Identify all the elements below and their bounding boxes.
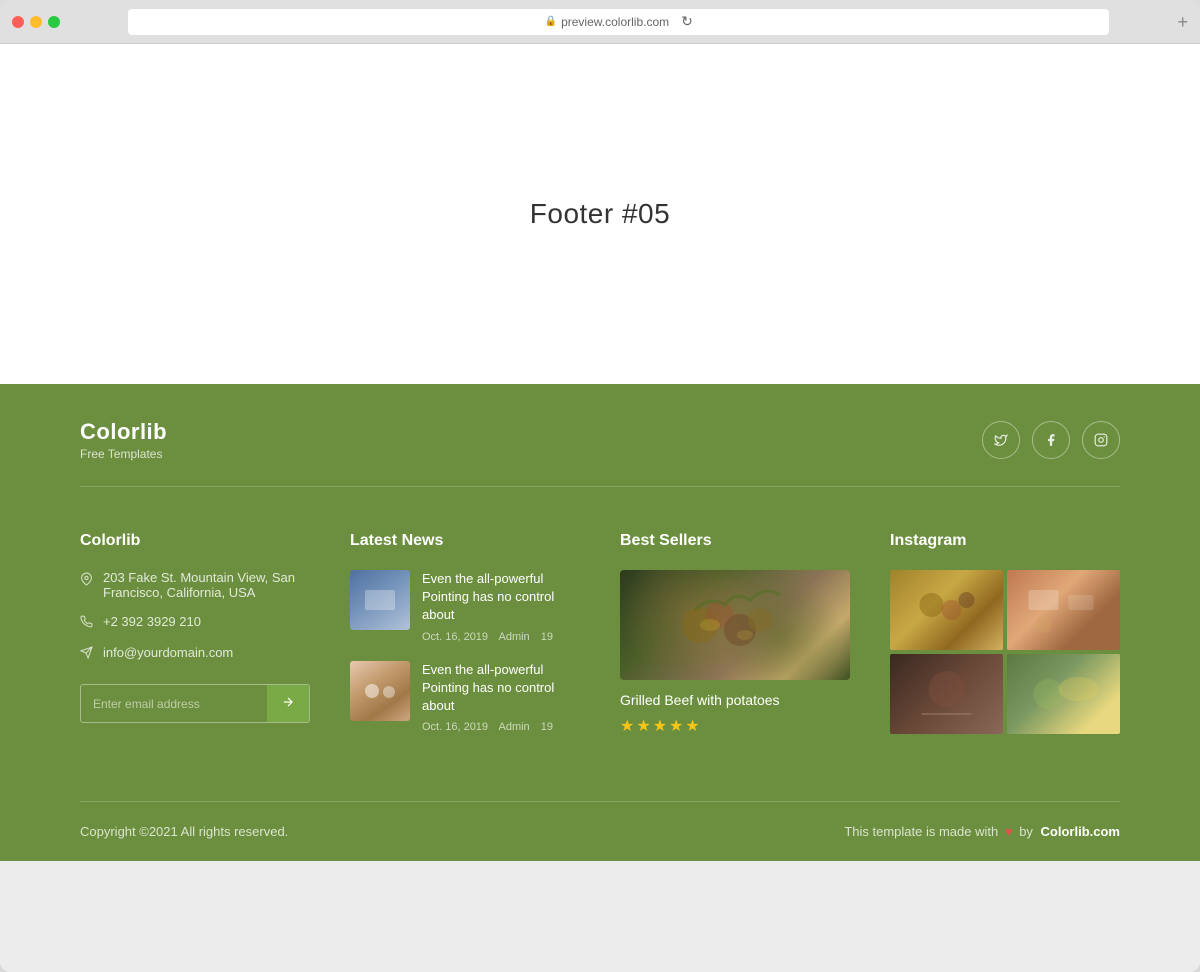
instagram-grid — [890, 570, 1120, 734]
brand-tagline: Free Templates — [80, 447, 167, 461]
facebook-icon[interactable] — [1032, 421, 1070, 459]
instagram-item-3[interactable] — [890, 654, 1003, 734]
instagram-item-4[interactable] — [1007, 654, 1120, 734]
add-tab-button[interactable]: + — [1177, 13, 1188, 31]
instagram-title: Instagram — [890, 532, 1120, 550]
news-item-2: Even the all-powerful Pointing has no co… — [350, 661, 580, 734]
traffic-lights — [12, 16, 60, 28]
news-comments-2: 19 — [541, 721, 553, 733]
by-text: by — [1019, 824, 1033, 839]
page-content: Footer #05 Colorlib Free Templates — [0, 44, 1200, 861]
news-title-2[interactable]: Even the all-powerful Pointing has no co… — [422, 661, 580, 716]
minimize-button[interactable] — [30, 16, 42, 28]
instagram-item-2[interactable] — [1007, 570, 1120, 650]
news-title-1[interactable]: Even the all-powerful Pointing has no co… — [422, 570, 580, 625]
heart-icon: ♥ — [1005, 824, 1013, 839]
close-button[interactable] — [12, 16, 24, 28]
made-with-text: This template is made with — [844, 824, 998, 839]
email-form — [80, 684, 310, 723]
made-with: This template is made with ♥ by Colorlib… — [844, 824, 1120, 839]
url-text: preview.colorlib.com — [561, 15, 669, 29]
news-meta-2: Oct. 16, 2019 Admin 19 — [422, 721, 580, 733]
contact-column: Colorlib 203 Fake St. Mountain View, San… — [80, 532, 310, 751]
phone-icon — [80, 615, 93, 631]
location-icon — [80, 571, 93, 590]
twitter-icon[interactable] — [982, 421, 1020, 459]
hero-section: Footer #05 — [0, 44, 1200, 384]
brand-name: Colorlib — [80, 419, 167, 445]
instagram-icon[interactable] — [1082, 421, 1120, 459]
email-icon — [80, 646, 93, 662]
news-date-2: Oct. 16, 2019 — [422, 721, 488, 733]
page-title: Footer #05 — [530, 198, 670, 230]
email-item: info@yourdomain.com — [80, 645, 310, 662]
news-meta-1: Oct. 16, 2019 Admin 19 — [422, 631, 580, 643]
news-thumb-1 — [350, 570, 410, 630]
product-stars: ★★★★★ — [620, 716, 850, 736]
instagram-column: Instagram — [890, 532, 1120, 751]
email-submit-button[interactable] — [267, 685, 309, 722]
phone-item: +2 392 3929 210 — [80, 614, 310, 631]
instagram-item-1[interactable] — [890, 570, 1003, 650]
footer-main: Colorlib 203 Fake St. Mountain View, San… — [80, 487, 1120, 801]
news-author-2: Admin — [499, 721, 530, 733]
browser-toolbar: 🔒 preview.colorlib.com ↻ + — [0, 0, 1200, 44]
bestsellers-title: Best Sellers — [620, 532, 850, 550]
brand: Colorlib Free Templates — [80, 419, 167, 461]
email-input[interactable] — [81, 685, 267, 722]
news-comments-1: 19 — [541, 631, 553, 643]
lock-icon: 🔒 — [545, 16, 557, 27]
product-name[interactable]: Grilled Beef with potatoes — [620, 692, 850, 708]
footer-top: Colorlib Free Templates — [80, 384, 1120, 487]
news-content-1: Even the all-powerful Pointing has no co… — [422, 570, 580, 643]
news-thumb-2 — [350, 661, 410, 721]
social-icons — [982, 421, 1120, 459]
copyright-text: Copyright ©2021 All rights reserved. — [80, 824, 288, 839]
address-text: 203 Fake St. Mountain View, San Francisc… — [103, 570, 310, 600]
maximize-button[interactable] — [48, 16, 60, 28]
colorlib-brand[interactable]: Colorlib.com — [1041, 824, 1120, 839]
address-item: 203 Fake St. Mountain View, San Francisc… — [80, 570, 310, 600]
address-bar[interactable]: 🔒 preview.colorlib.com ↻ — [128, 9, 1109, 35]
footer: Colorlib Free Templates — [0, 384, 1200, 861]
footer-bottom: Copyright ©2021 All rights reserved. Thi… — [80, 801, 1120, 861]
bestsellers-column: Best Sellers — [620, 532, 850, 751]
news-column: Latest News Even the all-powerful Pointi… — [350, 532, 580, 751]
news-date-1: Oct. 16, 2019 — [422, 631, 488, 643]
product-image — [620, 570, 850, 680]
news-title: Latest News — [350, 532, 580, 550]
news-author-1: Admin — [499, 631, 530, 643]
refresh-button[interactable]: ↻ — [681, 13, 693, 30]
email-text: info@yourdomain.com — [103, 645, 233, 660]
contact-title: Colorlib — [80, 532, 310, 550]
news-item-1: Even the all-powerful Pointing has no co… — [350, 570, 580, 643]
phone-text: +2 392 3929 210 — [103, 614, 201, 629]
news-content-2: Even the all-powerful Pointing has no co… — [422, 661, 580, 734]
